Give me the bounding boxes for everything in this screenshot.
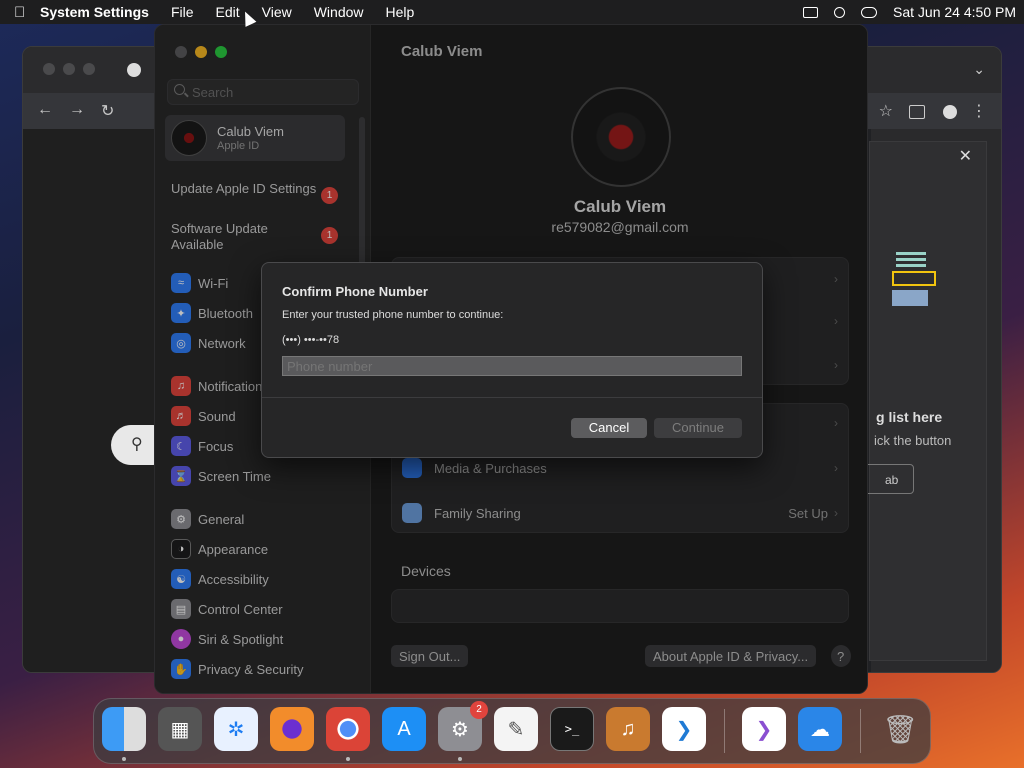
system-settings-badge: 2: [470, 701, 488, 719]
confirm-phone-dialog: Confirm Phone Number Enter your trusted …: [261, 262, 763, 458]
control-center-icon[interactable]: [861, 6, 878, 18]
side-panel-subtext: ick the button: [874, 433, 952, 448]
dock-chrome-icon[interactable]: [326, 707, 370, 751]
dock-app-store-icon[interactable]: A: [382, 707, 426, 751]
chrome-minimize-button[interactable]: [63, 63, 75, 75]
chrome-side-panel: ✕ g list here ick the button ab: [864, 141, 987, 661]
running-indicator: [346, 757, 350, 761]
reading-list-illustration: [892, 252, 936, 308]
spotlight-search-icon[interactable]: [834, 6, 846, 18]
bookmark-star-icon[interactable]: ☆: [879, 101, 893, 121]
chrome-menu-icon[interactable]: ⋮: [971, 101, 987, 121]
side-panel-icon[interactable]: [909, 105, 925, 119]
profile-icon[interactable]: [943, 105, 957, 119]
continue-button[interactable]: Continue: [654, 418, 742, 438]
menu-view[interactable]: View: [262, 4, 292, 20]
phone-number-input[interactable]: [282, 356, 742, 376]
menu-edit[interactable]: Edit: [216, 4, 240, 20]
dock-textedit-icon[interactable]: ✎: [494, 707, 538, 751]
chrome-tab-favicon-icon[interactable]: [127, 63, 141, 77]
back-arrow-icon[interactable]: ←: [37, 101, 53, 119]
menu-clock[interactable]: Sat Jun 24 4:50 PM: [893, 4, 1016, 20]
side-panel-close-icon[interactable]: ✕: [959, 146, 972, 166]
dock-vscode-icon[interactable]: ❯: [662, 707, 706, 751]
dock-terminal-icon[interactable]: >_: [550, 707, 594, 751]
masked-phone-number: (•••) •••-••78: [282, 334, 340, 346]
menu-file[interactable]: File: [171, 4, 194, 20]
reload-icon[interactable]: ↻: [101, 101, 114, 121]
running-indicator: [122, 757, 126, 761]
dock-visual-studio-icon[interactable]: ❯: [742, 707, 786, 751]
dialog-divider: [262, 397, 762, 398]
dock-weather-icon[interactable]: ☁: [798, 707, 842, 751]
forward-arrow-icon[interactable]: →: [69, 101, 85, 119]
dock-safari-icon[interactable]: ✲: [214, 707, 258, 751]
screen-mirroring-icon[interactable]: [803, 6, 819, 18]
running-indicator: [458, 757, 462, 761]
dialog-prompt: Enter your trusted phone number to conti…: [282, 309, 504, 321]
dock-firefox-icon[interactable]: [270, 707, 314, 751]
menu-help[interactable]: Help: [386, 4, 415, 20]
dock-garageband-icon[interactable]: ♫: [606, 707, 650, 751]
side-panel-heading: g list here: [876, 409, 943, 425]
chrome-page-left: [23, 129, 155, 672]
dock-finder-icon[interactable]: [102, 707, 146, 751]
dock-separator: [724, 709, 725, 753]
menu-window[interactable]: Window: [314, 4, 364, 20]
dock-separator: [860, 709, 861, 753]
menu-app-name[interactable]: System Settings: [40, 4, 149, 20]
cancel-button[interactable]: Cancel: [571, 418, 647, 438]
dock: ▦ ✲ A ⚙ 2 ✎ >_ ♫ ❯ ❯ ☁ 🗑: [93, 698, 931, 764]
apple-menu-icon[interactable]: : [14, 4, 40, 21]
dock-launchpad-icon[interactable]: ▦: [158, 707, 202, 751]
dialog-title: Confirm Phone Number: [282, 284, 428, 299]
chrome-close-button[interactable]: [43, 63, 55, 75]
chrome-tab-search-chevron-icon[interactable]: ⌄: [973, 61, 985, 78]
search-icon: ⚲: [131, 436, 143, 453]
menu-bar:  System Settings File Edit View Window …: [0, 0, 1024, 24]
side-panel-add-tab-button[interactable]: ab: [864, 464, 914, 494]
dock-trash-icon[interactable]: 🗑: [878, 707, 922, 751]
chrome-zoom-button[interactable]: [83, 63, 95, 75]
